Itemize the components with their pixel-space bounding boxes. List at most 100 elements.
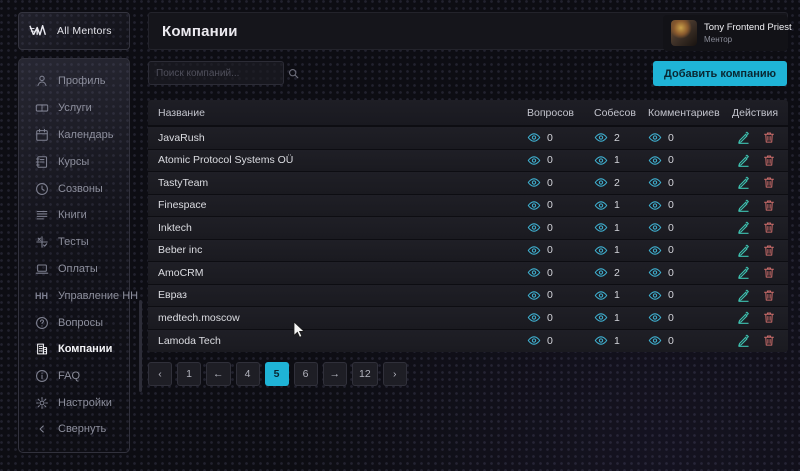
view-questions-eye-icon[interactable] — [527, 267, 541, 278]
view-questions-eye-icon[interactable] — [527, 132, 541, 143]
gear-icon — [34, 395, 49, 410]
edit-icon[interactable] — [737, 311, 750, 325]
view-comments-eye-icon[interactable] — [648, 335, 662, 346]
pagination-button[interactable]: 12 — [352, 362, 378, 386]
column-header-actions: Действия — [732, 106, 779, 119]
sidebar-item[interactable]: Услуги — [19, 95, 129, 122]
pagination-button[interactable]: › — [382, 362, 407, 386]
sidebar-item[interactable]: Книги — [19, 202, 129, 229]
delete-icon[interactable] — [763, 131, 775, 144]
view-comments-eye-icon[interactable] — [648, 155, 662, 166]
sidebar-item[interactable]: Оплаты — [19, 256, 129, 283]
sidebar-item[interactable]: Календарь — [19, 122, 129, 149]
add-company-button[interactable]: Добавить компанию — [653, 61, 787, 86]
questions-count: 0 — [547, 289, 553, 302]
app-logo[interactable]: All Mentors — [18, 12, 130, 50]
view-comments-eye-icon[interactable] — [648, 200, 662, 211]
sidebar-item[interactable]: FAQ — [19, 363, 129, 390]
view-interviews-eye-icon[interactable] — [594, 245, 608, 256]
info-icon — [34, 369, 49, 384]
sidebar-item-label: Вопросы — [58, 316, 104, 329]
delete-icon[interactable] — [763, 244, 775, 257]
edit-icon[interactable] — [737, 131, 750, 145]
edit-icon[interactable] — [737, 334, 750, 348]
search-icon[interactable] — [288, 68, 299, 79]
view-questions-eye-icon[interactable] — [527, 312, 541, 323]
view-comments-eye-icon[interactable] — [648, 312, 662, 323]
scrollbar-thumb[interactable] — [139, 300, 142, 392]
tests-icon — [34, 235, 49, 250]
edit-icon[interactable] — [737, 176, 750, 190]
view-interviews-eye-icon[interactable] — [594, 200, 608, 211]
user-card[interactable]: Tony Frontend Priest Ментор — [663, 15, 792, 51]
delete-icon[interactable] — [763, 311, 775, 324]
avatar — [671, 20, 697, 46]
sidebar-collapse-button[interactable]: Свернуть — [19, 416, 129, 442]
sidebar-item[interactable]: Вопросы — [19, 309, 129, 336]
sidebar-item[interactable]: Профиль — [19, 68, 129, 95]
view-interviews-eye-icon[interactable] — [594, 267, 608, 278]
view-questions-eye-icon[interactable] — [527, 200, 541, 211]
hh-icon: HH — [35, 290, 48, 301]
lines-icon — [34, 208, 49, 223]
all-mentors-logo-icon — [29, 23, 49, 39]
view-interviews-eye-icon[interactable] — [594, 155, 608, 166]
view-interviews-eye-icon[interactable] — [594, 222, 608, 233]
pagination-button[interactable]: 5 — [264, 362, 289, 386]
delete-icon[interactable] — [763, 154, 775, 167]
view-interviews-eye-icon[interactable] — [594, 177, 608, 188]
sidebar-item[interactable]: Курсы — [19, 148, 129, 175]
interviews-count: 1 — [614, 289, 620, 302]
view-questions-eye-icon[interactable] — [527, 290, 541, 301]
search-input[interactable] — [156, 67, 288, 79]
view-comments-eye-icon[interactable] — [648, 245, 662, 256]
view-questions-eye-icon[interactable] — [527, 222, 541, 233]
delete-icon[interactable] — [763, 266, 775, 279]
view-questions-eye-icon[interactable] — [527, 177, 541, 188]
edit-icon[interactable] — [737, 221, 750, 235]
comments-count: 0 — [668, 131, 674, 144]
pagination-button[interactable]: 4 — [235, 362, 260, 386]
delete-icon[interactable] — [763, 289, 775, 302]
sidebar-item[interactable]: Настройки — [19, 390, 129, 417]
view-questions-eye-icon[interactable] — [527, 335, 541, 346]
question-icon — [34, 315, 49, 330]
view-interviews-eye-icon[interactable] — [594, 290, 608, 301]
view-comments-eye-icon[interactable] — [648, 267, 662, 278]
interviews-count: 1 — [614, 311, 620, 324]
delete-icon[interactable] — [763, 221, 775, 234]
sidebar-item[interactable]: Тесты — [19, 229, 129, 256]
view-comments-eye-icon[interactable] — [648, 177, 662, 188]
pagination-button[interactable]: → — [322, 362, 347, 386]
view-comments-eye-icon[interactable] — [648, 222, 662, 233]
pagination-button[interactable]: ‹ — [148, 362, 172, 386]
table-row: JavaRush 0 2 0 — [148, 127, 788, 150]
view-interviews-eye-icon[interactable] — [594, 312, 608, 323]
company-name: AmoCRM — [158, 266, 204, 279]
sidebar-item[interactable]: Компании — [19, 336, 129, 363]
view-questions-eye-icon[interactable] — [527, 155, 541, 166]
table-row: TastyTeam 0 2 0 — [148, 172, 788, 195]
view-interviews-eye-icon[interactable] — [594, 132, 608, 143]
questions-count: 0 — [547, 244, 553, 257]
edit-icon[interactable] — [737, 244, 750, 257]
sidebar-item[interactable]: HH Управление HH — [19, 282, 138, 309]
edit-icon[interactable] — [737, 199, 750, 212]
delete-icon[interactable] — [763, 334, 775, 347]
delete-icon[interactable] — [763, 199, 775, 212]
delete-icon[interactable] — [763, 176, 775, 189]
sidebar-item-label: Созвоны — [58, 182, 103, 195]
edit-icon[interactable] — [737, 154, 750, 167]
edit-icon[interactable] — [737, 266, 750, 280]
table-row: Finespace 0 1 0 — [148, 194, 788, 217]
view-questions-eye-icon[interactable] — [527, 245, 541, 256]
pagination-button[interactable]: ← — [206, 362, 231, 386]
pagination-button[interactable]: 1 — [177, 362, 201, 386]
company-name: JavaRush — [158, 131, 205, 144]
view-comments-eye-icon[interactable] — [648, 132, 662, 143]
view-interviews-eye-icon[interactable] — [594, 335, 608, 346]
pagination-button[interactable]: 6 — [293, 362, 318, 386]
view-comments-eye-icon[interactable] — [648, 290, 662, 301]
sidebar-item[interactable]: Созвоны — [19, 175, 129, 202]
edit-icon[interactable] — [737, 289, 750, 302]
